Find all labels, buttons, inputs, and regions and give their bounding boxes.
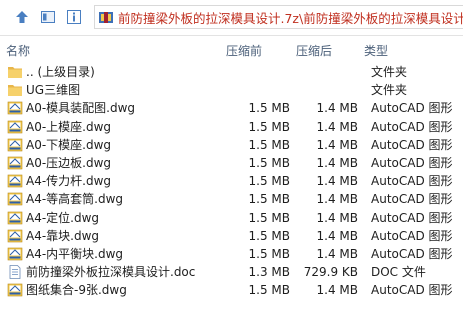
column-name[interactable]: 名称: [6, 42, 30, 59]
file-type: AutoCAD 图形: [371, 283, 453, 298]
list-item[interactable]: .. (上级目录) 文件夹: [0, 63, 463, 81]
file-type: AutoCAD 图形: [371, 101, 453, 116]
list-item[interactable]: A0-压边板.dwg 1.5 MB 1.4 MB AutoCAD 图形: [0, 154, 463, 172]
list-item[interactable]: A4-定位.dwg 1.5 MB 1.4 MB AutoCAD 图形: [0, 209, 463, 227]
list-item[interactable]: A4-靠块.dwg 1.5 MB 1.4 MB AutoCAD 图形: [0, 227, 463, 245]
file-type: AutoCAD 图形: [371, 174, 453, 189]
file-name: A0-上模座.dwg: [26, 119, 112, 134]
file-name: A4-内平衡块.dwg: [26, 246, 124, 261]
list-item[interactable]: A4-传力杆.dwg 1.5 MB 1.4 MB AutoCAD 图形: [0, 172, 463, 190]
column-original[interactable]: 压缩后: [296, 42, 332, 59]
file-original-size: 1.4 MB: [316, 137, 358, 152]
file-compressed-size: 1.5 MB: [248, 137, 290, 152]
file-type: 文件夹: [371, 83, 408, 98]
file-original-size: 1.4 MB: [316, 174, 358, 189]
dwg-file-icon: [7, 101, 23, 115]
file-type: AutoCAD 图形: [371, 246, 453, 261]
address-path: 前防撞梁外板的拉深模具设计.7z\前防撞梁外板的拉深模具设计 -: [118, 10, 463, 26]
file-compressed-size: 1.5 MB: [248, 210, 290, 225]
file-name: .. (上级目录): [26, 65, 95, 79]
file-compressed-size: 1.5 MB: [248, 174, 290, 189]
list-item[interactable]: 前防撞梁外板拉深模具设计.doc 1.3 MB 729.9 KB DOC 文件: [0, 263, 463, 281]
dwg-file-icon: [7, 211, 23, 225]
file-type: AutoCAD 图形: [371, 210, 453, 225]
file-name: A0-压边板.dwg: [26, 155, 112, 170]
file-original-size: 1.4 MB: [316, 155, 358, 170]
file-compressed-size: 1.5 MB: [248, 192, 290, 207]
file-type: DOC 文件: [371, 265, 426, 280]
file-compressed-size: 1.5 MB: [248, 155, 290, 170]
dwg-file-icon: [7, 229, 23, 243]
file-name: A0-下模座.dwg: [26, 137, 112, 152]
list-item[interactable]: A4-内平衡块.dwg 1.5 MB 1.4 MB AutoCAD 图形: [0, 245, 463, 263]
file-name: A4-等高套筒.dwg: [26, 192, 124, 207]
file-compressed-size: 1.5 MB: [248, 228, 290, 243]
file-compressed-size: 1.5 MB: [248, 119, 290, 134]
list-item[interactable]: A0-上模座.dwg 1.5 MB 1.4 MB AutoCAD 图形: [0, 118, 463, 136]
file-name: A4-定位.dwg: [26, 210, 100, 225]
file-type: AutoCAD 图形: [371, 119, 453, 134]
folder-icon: [7, 83, 23, 97]
file-name: A0-模具装配图.dwg: [26, 101, 136, 116]
file-original-size: 729.9 KB: [303, 265, 358, 280]
column-header: 名称 压缩前 压缩后 类型: [0, 40, 463, 62]
file-compressed-size: 1.5 MB: [248, 101, 290, 116]
file-original-size: 1.4 MB: [316, 210, 358, 225]
doc-file-icon: [7, 265, 23, 279]
list-item[interactable]: A0-下模座.dwg 1.5 MB 1.4 MB AutoCAD 图形: [0, 136, 463, 154]
file-name: 前防撞梁外板拉深模具设计.doc: [26, 265, 196, 280]
file-name: A4-靠块.dwg: [26, 228, 100, 243]
file-list: .. (上级目录) 文件夹 UG三维图 文件夹 A0-模具装配图.dwg 1.5 MB 1.…: [0, 63, 463, 299]
toolbar: 前防撞梁外板的拉深模具设计.7z\前防撞梁外板的拉深模具设计 -: [0, 0, 463, 36]
file-compressed-size: 1.5 MB: [248, 246, 290, 261]
file-name: UG三维图: [26, 83, 81, 98]
up-arrow-icon[interactable]: [11, 6, 33, 28]
file-type: AutoCAD 图形: [371, 192, 453, 207]
file-original-size: 1.4 MB: [316, 101, 358, 116]
file-type: 文件夹: [371, 65, 408, 79]
file-name: 图纸集合-9张.dwg: [26, 283, 127, 298]
file-original-size: 1.4 MB: [316, 192, 358, 207]
column-type[interactable]: 类型: [364, 42, 388, 59]
file-name: A4-传力杆.dwg: [26, 174, 112, 189]
file-compressed-size: 1.3 MB: [248, 265, 290, 280]
folder-icon: [7, 65, 23, 79]
dwg-file-icon: [7, 120, 23, 134]
file-type: AutoCAD 图形: [371, 228, 453, 243]
dwg-file-icon: [7, 247, 23, 261]
column-compressed[interactable]: 压缩前: [226, 42, 262, 59]
address-bar[interactable]: 前防撞梁外板的拉深模具设计.7z\前防撞梁外板的拉深模具设计 -: [94, 5, 463, 29]
dwg-file-icon: [7, 283, 23, 297]
list-item[interactable]: UG三维图 文件夹: [0, 81, 463, 99]
list-item[interactable]: A4-等高套筒.dwg 1.5 MB 1.4 MB AutoCAD 图形: [0, 190, 463, 208]
file-original-size: 1.4 MB: [316, 283, 358, 298]
file-original-size: 1.4 MB: [316, 246, 358, 261]
dwg-file-icon: [7, 192, 23, 206]
dwg-file-icon: [7, 156, 23, 170]
info-icon[interactable]: [63, 6, 85, 28]
list-item[interactable]: 图纸集合-9张.dwg 1.5 MB 1.4 MB AutoCAD 图形: [0, 281, 463, 299]
file-type: AutoCAD 图形: [371, 155, 453, 170]
dwg-file-icon: [7, 174, 23, 188]
view-icon[interactable]: [37, 6, 59, 28]
archive-icon: [99, 12, 113, 23]
list-item[interactable]: A0-模具装配图.dwg 1.5 MB 1.4 MB AutoCAD 图形: [0, 99, 463, 117]
file-original-size: 1.4 MB: [316, 228, 358, 243]
dwg-file-icon: [7, 138, 23, 152]
file-original-size: 1.4 MB: [316, 119, 358, 134]
file-compressed-size: 1.5 MB: [248, 283, 290, 298]
file-type: AutoCAD 图形: [371, 137, 453, 152]
